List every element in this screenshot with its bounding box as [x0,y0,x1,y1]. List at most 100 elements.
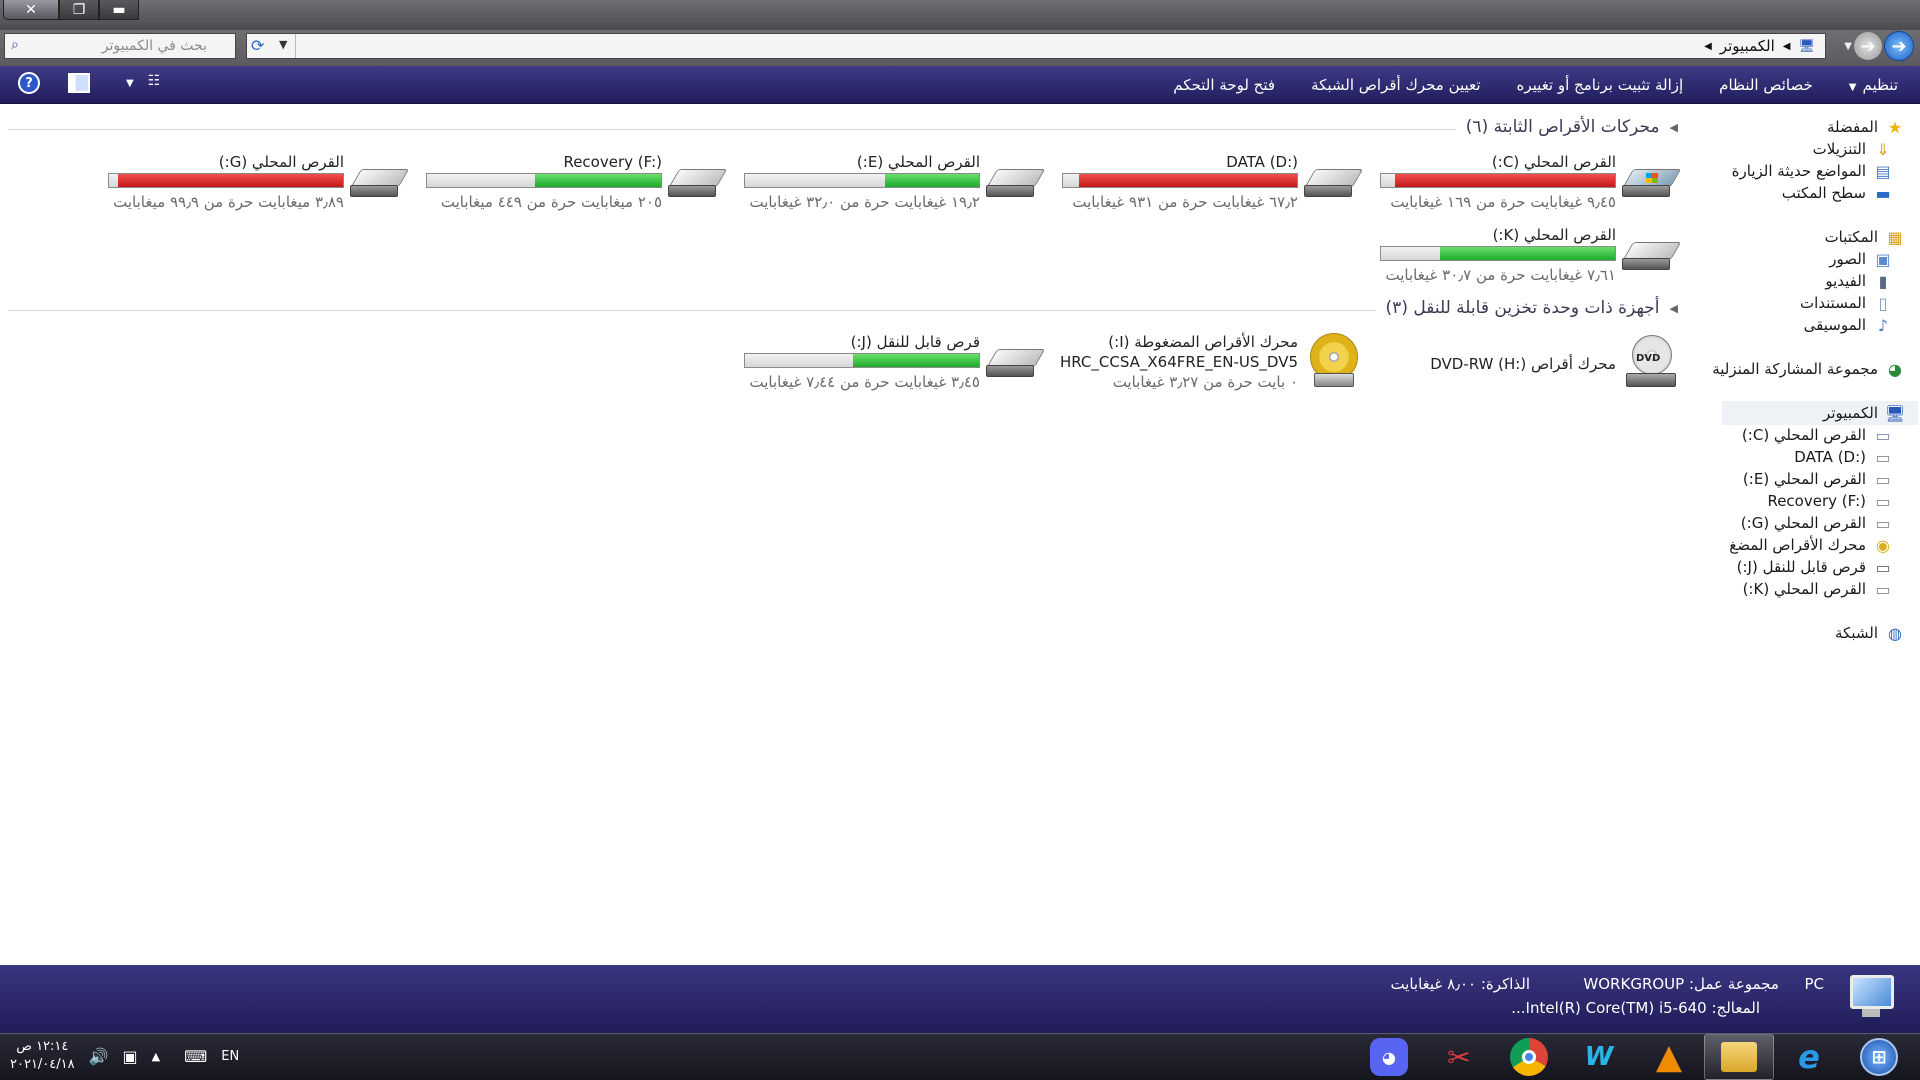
drive-name: محرك أقراص DVD-RW (H:) [1430,355,1616,373]
taskbar-ie[interactable]: e [1774,1034,1844,1080]
taskbar-chrome[interactable] [1494,1034,1564,1080]
nav-label: القرص المحلي (G:) [1740,514,1866,532]
nav-videos[interactable]: ▮ الفيديو [1825,269,1894,293]
address-dropdown-icon[interactable]: ▼ [279,38,287,51]
nav-drive-k[interactable]: ▭ القرص المحلي (K:) [1743,577,1894,601]
nav-music[interactable]: ♪ الموسيقى [1804,313,1894,337]
details-workgroup: مجموعة عمل: WORKGROUP [1583,975,1779,993]
breadcrumb-arrow-icon[interactable]: ◀ [1704,41,1712,52]
drive-e[interactable]: القرص المحلي (E:) ١٩٫٢ غيغابايت حرة من ٣… [732,153,1046,217]
nav-downloads[interactable]: ⇓ التنزيلات [1813,137,1894,161]
nav-homegroup[interactable]: ◕ مجموعة المشاركة المنزلية [1712,357,1906,381]
nav-drive-f[interactable]: ▭ Recovery (F:) [1767,489,1894,513]
nav-recent[interactable]: ▤ المواضع حديثة الزيارة [1732,159,1894,183]
collapse-arrow-icon[interactable]: ◀ [1670,121,1678,134]
map-network-drive-button[interactable]: تعيين محرك أقراص الشبكة [1311,76,1480,94]
start-button[interactable]: ⊞ [1844,1034,1914,1080]
desktop-icon: ▬ [1875,183,1891,203]
drive-name: القرص المحلي (C:) [1491,153,1616,171]
nav-drive-g[interactable]: ▭ القرص المحلي (G:) [1741,511,1894,535]
taskbar-snipping[interactable]: ✂ [1424,1034,1494,1080]
drive-i[interactable]: محرك الأقراص المضغوطة (I:) HRC_CCSA_X64F… [1050,333,1360,397]
restore-button[interactable]: ❐ [59,0,99,20]
breadcrumb-computer[interactable]: الكمبيوتر [1720,37,1775,55]
breadcrumb-arrow-icon[interactable]: ◀ [1783,41,1791,52]
nav-drive-i[interactable]: ◉ محرك الأقراص المضغ [1729,533,1894,557]
clock-date: ٢٠٢١/٠٤/١٨ [10,1057,75,1072]
drive-name: قرص قابل للنقل (J:) [850,333,980,351]
search-placeholder: بحث في الكمبيوتر [101,38,207,54]
drive-f[interactable]: Recovery (F:) ٢٠٥ ميغابايت حرة من ٤٤٩ مي… [414,153,728,217]
minimize-button[interactable]: ▬ [99,0,139,20]
nav-label: التنزيلات [1812,140,1866,158]
drive-space: ٧٫٦١ غيغابايت حرة من ٣٠٫٧ غيغابايت [1385,266,1616,284]
drive-d[interactable]: DATA (D:) ٦٧٫٢ غيغابايت حرة من ٩٣١ غيغاب… [1050,153,1364,217]
forward-button[interactable]: ➔ [1854,32,1882,60]
star-icon: ★ [1887,117,1903,137]
volume-icon[interactable]: 🔊 [89,1047,109,1066]
system-properties-button[interactable]: خصائص النظام [1719,76,1813,94]
hard-drive-windows-icon [1622,167,1682,201]
search-icon: ⌕ [11,37,19,53]
nav-pictures[interactable]: ▣ الصور [1829,247,1894,271]
search-input[interactable]: ⌕ بحث في الكمبيوتر [4,33,236,59]
pinned-apps: ⊞ e ▲ W ✂ ◕ [1354,1034,1914,1080]
nav-network[interactable]: ◍ الشبكة [1835,621,1906,645]
nav-drive-c[interactable]: ▭ القرص المحلي (C:) [1742,423,1894,447]
nav-drive-j[interactable]: ▭ قرص قابل للنقل (J:) [1737,555,1894,579]
drive-c[interactable]: القرص المحلي (C:) ٩٫٤٥ غيغابايت حرة من ١… [1368,153,1682,217]
open-control-panel-button[interactable]: فتح لوحة التحكم [1173,76,1275,94]
address-bar[interactable]: ⟳ ▼ 🖥 ◀ الكمبيوتر ◀ [246,33,1826,59]
network-tray-icon[interactable]: ▣ [123,1047,138,1066]
nav-favorites[interactable]: ★ المفضلة [1827,115,1906,139]
drive-g[interactable]: القرص المحلي (G:) ٣٫٨٩ ميغابايت حرة من ٩… [96,153,410,217]
music-icon: ♪ [1877,315,1889,335]
nav-label: قرص قابل للنقل (J:) [1736,558,1866,576]
drive-icon: ▭ [1875,513,1891,533]
organize-menu[interactable]: تنظيم ▼ [1849,76,1898,94]
language-indicator[interactable]: EN [221,1049,239,1064]
group-title: محركات الأقراص الثابتة (٦) [1465,117,1660,137]
drive-k[interactable]: القرص المحلي (K:) ٧٫٦١ غيغابايت حرة من ٣… [1368,226,1682,290]
drive-h[interactable]: DVD محرك أقراص DVD-RW (H:) [1368,335,1678,399]
drive-j[interactable]: قرص قابل للنقل (J:) ٣٫٤٥ غيغابايت حرة من… [732,333,1046,397]
nav-label: Recovery (F:) [1767,492,1866,510]
nav-drive-e[interactable]: ▭ القرص المحلي (E:) [1743,467,1894,491]
taskbar-discord[interactable]: ◕ [1354,1034,1424,1080]
help-icon[interactable]: ? [18,72,40,94]
usage-fill [1439,247,1615,260]
taskbar: ١٢:١٤ ص ٢٠٢١/٠٤/١٨ 🔊 ▣ ▲ ⌨ EN ⊞ e ▲ W ✂ … [0,1033,1920,1080]
taskbar-explorer[interactable] [1704,1034,1774,1080]
group-title: أجهزة ذات وحدة تخزين قابلة للنقل (٣) [1385,298,1660,318]
taskbar-wps[interactable]: W [1564,1034,1634,1080]
drive-icon: ▭ [1875,491,1891,511]
nav-label: المفضلة [1826,118,1878,136]
hard-drive-icon [1622,240,1682,274]
nav-computer[interactable]: 🖥 الكمبيوتر [1722,401,1918,425]
discord-icon: ◕ [1370,1038,1408,1076]
clock[interactable]: ١٢:١٤ ص ٢٠٢١/٠٤/١٨ [10,1038,75,1074]
nav-drive-d[interactable]: ▭ DATA (D:) [1794,445,1894,469]
group-header-fixed[interactable]: ◀ محركات الأقراص الثابتة (٦) [1455,117,1678,137]
group-header-removable[interactable]: ◀ أجهزة ذات وحدة تخزين قابلة للنقل (٣) [1375,298,1678,318]
back-button[interactable]: ➔ [1884,31,1914,61]
nav-documents[interactable]: ▯ المستندات [1800,291,1894,315]
view-options-icon[interactable]: ☷ [148,73,168,93]
nav-label: القرص المحلي (E:) [1742,470,1866,488]
keyboard-icon[interactable]: ⌨ [184,1047,207,1066]
uninstall-program-button[interactable]: إزالة تثبيت برنامج أو تغييره [1517,76,1684,94]
view-dropdown-icon[interactable]: ▼ [126,78,134,89]
refresh-icon[interactable]: ⟳ [251,36,264,55]
system-tray: ١٢:١٤ ص ٢٠٢١/٠٤/١٨ 🔊 ▣ ▲ ⌨ EN [10,1038,239,1074]
recent-pages-dropdown-icon[interactable]: ▼ [1844,41,1852,52]
nav-desktop[interactable]: ▬ سطح المكتب [1782,181,1894,205]
taskbar-vlc[interactable]: ▲ [1634,1034,1704,1080]
nav-libraries[interactable]: ▦ المكتبات [1825,225,1906,249]
dvd-drive-icon: DVD [1626,335,1678,391]
wps-writer-icon: W [1584,1042,1614,1072]
close-button[interactable]: ✕ [3,0,59,20]
pictures-icon: ▣ [1875,249,1891,269]
collapse-arrow-icon[interactable]: ◀ [1670,302,1678,315]
preview-pane-icon[interactable] [68,73,90,93]
show-hidden-icons-icon[interactable]: ▲ [152,1050,160,1063]
